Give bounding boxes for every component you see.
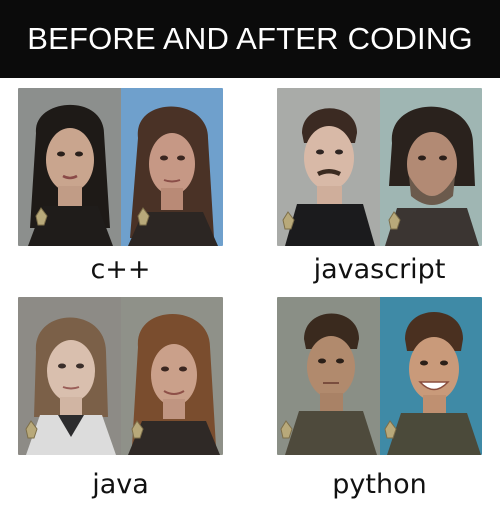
mugshot-pair-image [18, 88, 223, 246]
mugshot-pair-image [277, 297, 482, 455]
photo-panel-javascript [277, 88, 482, 246]
mugshot-pair-image [277, 88, 482, 246]
meme-header: BEFORE AND AFTER CODING [0, 0, 500, 78]
panel-label-java: java [92, 469, 149, 500]
panel-label-javascript: javascript [313, 254, 446, 285]
mugshot-pair-image [18, 297, 223, 455]
photo-panel-java [18, 297, 223, 455]
photo-panel-python [277, 297, 482, 455]
photo-panel-cpp [18, 88, 223, 246]
meme-title: BEFORE AND AFTER CODING [27, 21, 473, 56]
panel-label-python: python [332, 469, 427, 500]
panel-label-cpp: c++ [90, 254, 151, 285]
